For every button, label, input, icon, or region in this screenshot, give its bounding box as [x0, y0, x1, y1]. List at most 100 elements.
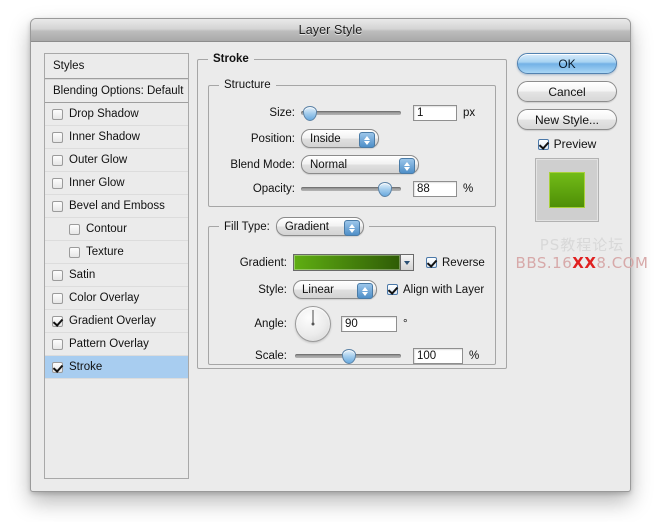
style-effect-list: Drop Shadow Inner Shadow Outer Glow Inner G… — [45, 103, 188, 379]
chevron-updown-icon — [357, 283, 373, 299]
style-item-pattern-overlay[interactable]: Pattern Overlay — [45, 333, 188, 356]
dialog-titlebar[interactable]: Layer Style — [31, 19, 630, 42]
opacity-slider-thumb[interactable] — [378, 182, 393, 197]
style-item-stroke[interactable]: Stroke — [45, 356, 188, 379]
angle-hub — [311, 322, 315, 326]
chevron-updown-icon — [343, 220, 360, 236]
blending-options-row[interactable]: Blending Options: Default — [45, 79, 188, 103]
blend-mode-value: Normal — [310, 158, 348, 171]
checkbox-icon[interactable] — [537, 138, 549, 150]
opacity-row: Opacity: % — [209, 181, 485, 197]
style-item-texture[interactable]: Texture — [45, 241, 188, 264]
angle-row: Angle: ° — [209, 306, 489, 342]
style-row: Style: Linear Align with Layer — [209, 280, 489, 299]
angle-label: Angle: — [254, 318, 287, 330]
size-row: Size: px — [209, 105, 485, 121]
size-slider-thumb[interactable] — [302, 106, 317, 121]
opacity-unit: % — [463, 183, 474, 195]
new-style-button[interactable]: New Style... — [517, 109, 617, 130]
checkbox-icon[interactable] — [52, 154, 63, 166]
angle-dial[interactable] — [295, 306, 331, 342]
gradient-swatch[interactable] — [293, 254, 401, 271]
position-value: Inside — [310, 132, 341, 145]
style-item-bevel-and-emboss[interactable]: Bevel and Emboss — [45, 195, 188, 218]
preview-thumbnail — [535, 158, 599, 222]
preview-swatch — [549, 172, 585, 208]
checkbox-icon[interactable] — [52, 361, 63, 373]
style-item-label: Contour — [86, 223, 127, 235]
style-item-color-overlay[interactable]: Color Overlay — [45, 287, 188, 310]
fill-type-dropdown[interactable]: Gradient — [275, 217, 364, 236]
stroke-settings-panel: Stroke Structure Size: px — [197, 53, 507, 479]
align-with-layer-checkbox[interactable]: Align with Layer — [387, 284, 484, 296]
blend-mode-dropdown[interactable]: Normal — [301, 155, 419, 174]
checkbox-icon[interactable] — [69, 223, 80, 235]
style-item-label: Bevel and Emboss — [69, 200, 165, 212]
stroke-group: Stroke Structure Size: px — [197, 53, 507, 369]
style-item-label: Pattern Overlay — [69, 338, 149, 350]
checkbox-icon[interactable] — [69, 246, 80, 258]
style-item-label: Satin — [69, 269, 96, 281]
stroke-group-title: Stroke — [213, 53, 249, 65]
opacity-label: Opacity: — [252, 183, 295, 195]
blend-mode-label: Blend Mode: — [230, 158, 295, 171]
checkbox-icon[interactable] — [52, 177, 63, 189]
chevron-down-icon[interactable] — [401, 254, 414, 271]
dialog-actions: OK Cancel New Style... Preview — [517, 53, 617, 222]
style-value: Linear — [302, 283, 334, 296]
style-item-inner-glow[interactable]: Inner Glow — [45, 172, 188, 195]
angle-input[interactable] — [341, 316, 397, 332]
size-slider[interactable] — [301, 106, 401, 121]
styles-header: Styles — [45, 54, 188, 79]
layer-style-dialog: Layer Style Styles Blending Options: Def… — [30, 18, 631, 492]
opacity-input[interactable] — [413, 181, 457, 197]
checkbox-icon[interactable] — [52, 292, 63, 304]
checkbox-icon[interactable] — [52, 200, 63, 212]
style-item-label: Inner Glow — [69, 177, 125, 189]
position-dropdown[interactable]: Inside — [301, 129, 379, 148]
style-item-label: Drop Shadow — [69, 108, 139, 120]
preview-label: Preview — [553, 137, 597, 151]
checkbox-icon[interactable] — [52, 269, 63, 281]
scale-input[interactable] — [413, 348, 463, 364]
size-input[interactable] — [413, 105, 457, 121]
gradient-row: Gradient: Reverse — [209, 254, 489, 271]
fill-type-value: Gradient — [284, 220, 329, 233]
align-with-layer-label: Align with Layer — [403, 283, 485, 296]
dialog-title: Layer Style — [298, 23, 363, 37]
scale-row: Scale: % — [209, 348, 489, 364]
gradient-label: Gradient: — [239, 256, 287, 269]
blend-mode-row: Blend Mode: Normal — [209, 155, 485, 174]
scale-slider[interactable] — [295, 349, 401, 364]
style-item-drop-shadow[interactable]: Drop Shadow — [45, 103, 188, 126]
checkbox-icon[interactable] — [52, 131, 63, 143]
size-label: Size: — [269, 107, 295, 119]
style-item-satin[interactable]: Satin — [45, 264, 188, 287]
checkbox-icon[interactable] — [52, 108, 63, 120]
style-item-inner-shadow[interactable]: Inner Shadow — [45, 126, 188, 149]
scale-slider-thumb[interactable] — [342, 349, 356, 364]
angle-unit: ° — [403, 318, 408, 330]
checkbox-icon[interactable] — [426, 257, 437, 268]
style-item-label: Stroke — [69, 361, 103, 373]
cancel-button[interactable]: Cancel — [517, 81, 617, 102]
scale-unit: % — [469, 350, 480, 362]
style-item-label: Inner Shadow — [69, 131, 140, 143]
reverse-checkbox[interactable]: Reverse — [426, 257, 485, 269]
ok-button[interactable]: OK — [517, 53, 617, 74]
reverse-label: Reverse — [442, 256, 485, 269]
style-item-gradient-overlay[interactable]: Gradient Overlay — [45, 310, 188, 333]
opacity-slider[interactable] — [301, 182, 401, 197]
fill-type-legend: Fill Type: Gradient — [219, 217, 369, 236]
styles-list-panel: Styles Blending Options: Default Drop Sh… — [44, 53, 189, 479]
dialog-body: Styles Blending Options: Default Drop Sh… — [31, 42, 630, 491]
checkbox-icon[interactable] — [52, 315, 63, 327]
checkbox-icon[interactable] — [387, 284, 398, 295]
style-dropdown[interactable]: Linear — [293, 280, 377, 299]
preview-checkbox[interactable]: Preview — [517, 137, 617, 151]
gradient-picker[interactable] — [293, 254, 414, 271]
checkbox-icon[interactable] — [52, 338, 63, 350]
style-item-contour[interactable]: Contour — [45, 218, 188, 241]
style-item-outer-glow[interactable]: Outer Glow — [45, 149, 188, 172]
structure-group-title: Structure — [224, 79, 271, 91]
